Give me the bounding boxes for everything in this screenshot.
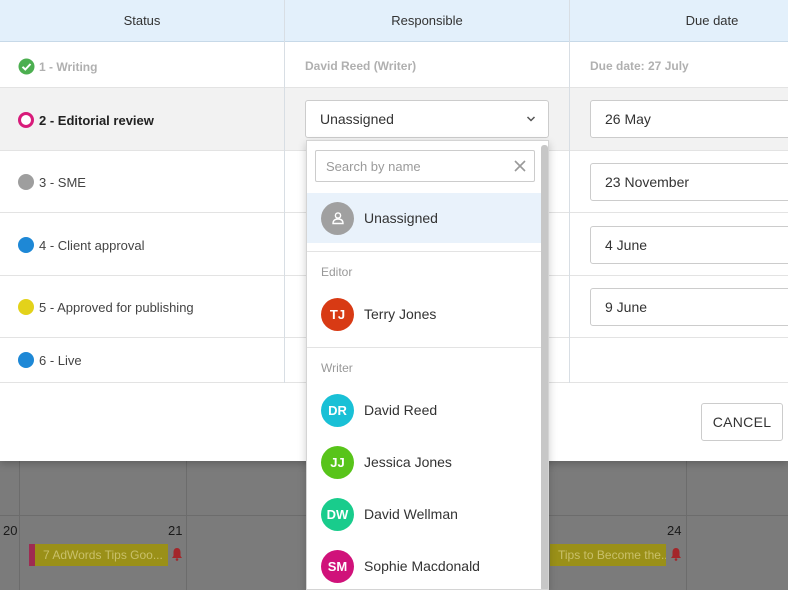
row-status-label: 1 - Writing <box>39 59 98 74</box>
due-date-input[interactable]: 26 May <box>590 100 788 138</box>
column-divider <box>284 0 285 383</box>
status-dot-icon <box>18 299 34 315</box>
row-status-label: 6 - Live <box>39 352 82 368</box>
row-due-date: Due date: 27 July <box>590 59 689 73</box>
scrollbar[interactable] <box>541 145 548 589</box>
due-date-input[interactable]: 9 June <box>590 288 788 326</box>
table-header: Status Responsible Due date <box>0 0 788 42</box>
option-label: Unassigned <box>364 210 438 226</box>
calendar-col-divider <box>686 460 687 590</box>
avatar: DR <box>321 393 354 427</box>
option-label: Sophie Macdonald <box>364 558 480 574</box>
search-input[interactable] <box>316 151 506 181</box>
option-label: David Reed <box>364 402 438 418</box>
calendar-col-divider <box>186 460 187 590</box>
row-status-label: 2 - Editorial review <box>39 112 154 128</box>
due-date-input[interactable]: 23 November <box>590 163 788 201</box>
check-circle-icon <box>18 58 35 75</box>
option-label: David Wellman <box>364 506 458 522</box>
chevron-down-icon <box>526 116 536 122</box>
due-date-input[interactable]: 4 June <box>590 226 788 264</box>
option-person[interactable]: TJ Terry Jones <box>307 289 542 339</box>
status-ring-icon <box>18 112 34 128</box>
option-person[interactable]: DW David Wellman <box>307 489 542 539</box>
responsible-select-value: Unassigned <box>320 111 394 127</box>
option-label: Terry Jones <box>364 306 437 322</box>
group-label: Writer <box>321 361 353 375</box>
option-unassigned[interactable]: Unassigned <box>307 193 542 243</box>
calendar-day-number: 21 <box>168 523 183 538</box>
status-dot-icon <box>18 352 34 368</box>
row-status-label: 4 - Client approval <box>39 237 145 253</box>
column-divider <box>569 0 570 383</box>
avatar: JJ <box>321 445 354 479</box>
calendar-day-number: 24 <box>667 523 682 538</box>
clear-icon[interactable] <box>514 160 526 172</box>
row-responsible: David Reed (Writer) <box>305 59 417 73</box>
option-person[interactable]: JJ Jessica Jones <box>307 437 542 487</box>
status-dot-icon <box>18 174 34 190</box>
app-root: 20 21 24 7 AdWords Tips Goo... Tips to B… <box>0 0 788 590</box>
option-person[interactable]: DR David Reed <box>307 385 542 435</box>
status-dot-icon <box>18 237 34 253</box>
option-label: Jessica Jones <box>364 454 452 470</box>
divider <box>307 347 542 348</box>
calendar-event[interactable]: Tips to Become the... <box>550 544 666 566</box>
row-status-label: 5 - Approved for publishing <box>39 299 194 315</box>
avatar: DW <box>321 497 354 531</box>
bell-icon[interactable] <box>670 547 682 561</box>
column-header-responsible: Responsible <box>391 13 463 28</box>
column-header-status: Status <box>123 13 161 28</box>
divider <box>307 251 542 252</box>
calendar-event[interactable]: 7 AdWords Tips Goo... <box>29 544 168 566</box>
row-status-label: 3 - SME <box>39 174 86 190</box>
assignee-dropdown: Unassigned Editor TJ Terry Jones Writer … <box>306 140 549 590</box>
cancel-button[interactable]: CANCEL <box>701 403 783 441</box>
search-box <box>315 150 535 182</box>
column-header-due-date: Due date <box>685 13 739 28</box>
avatar: SM <box>321 549 354 583</box>
option-person[interactable]: SM Sophie Macdonald <box>307 541 542 589</box>
person-icon <box>321 201 354 235</box>
responsible-select[interactable]: Unassigned <box>305 100 549 138</box>
group-label: Editor <box>321 265 353 279</box>
bell-icon[interactable] <box>171 547 183 561</box>
calendar-day-number: 20 <box>3 523 18 538</box>
table-row: 1 - Writing David Reed (Writer) Due date… <box>0 43 788 88</box>
calendar-col-divider <box>19 460 20 590</box>
avatar: TJ <box>321 297 354 331</box>
